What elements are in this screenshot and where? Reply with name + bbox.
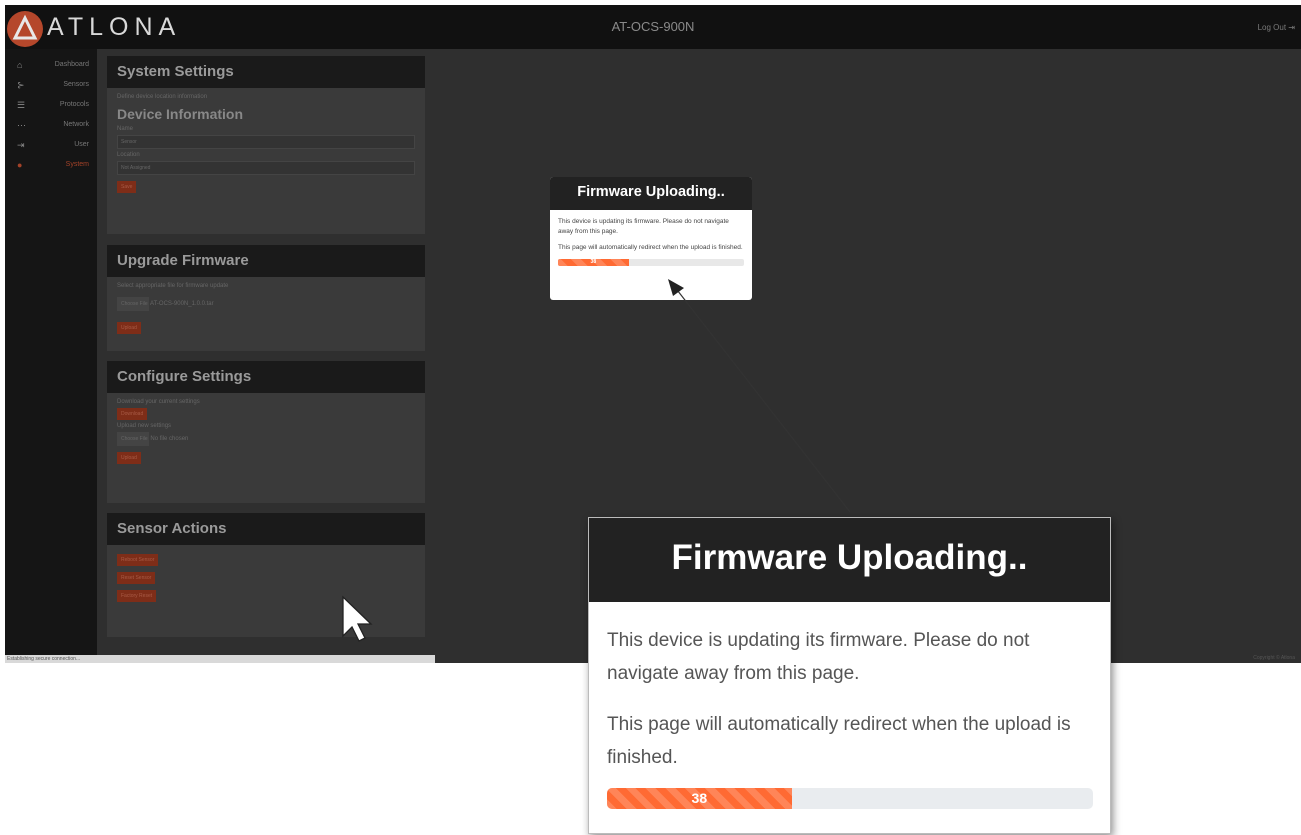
mouse-cursor-icon (342, 595, 373, 642)
